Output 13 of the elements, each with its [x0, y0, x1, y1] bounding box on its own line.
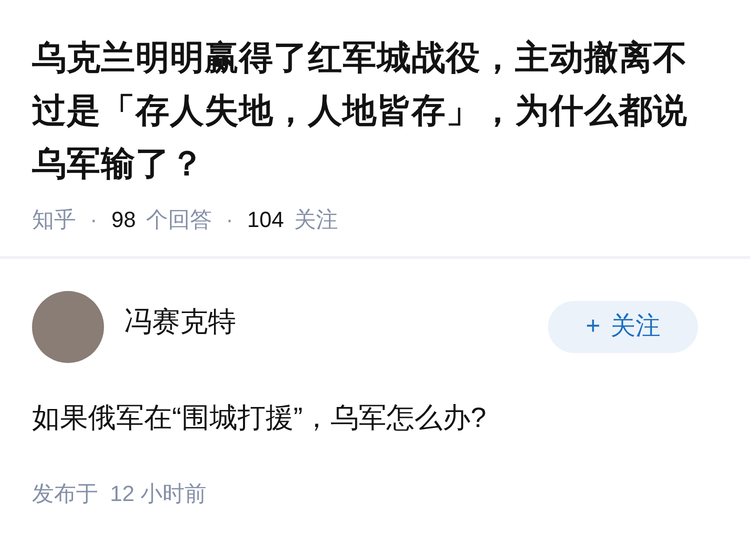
separator-dot: ·: [89, 206, 98, 234]
followers-count: 104: [247, 206, 284, 234]
separator-dot: ·: [224, 206, 234, 234]
answers-label: 个回答: [146, 206, 212, 234]
author-name[interactable]: 冯赛克特: [124, 301, 236, 343]
answer-text: 如果俄军在“围城打援”，乌军怎么办?: [32, 401, 488, 435]
follow-button[interactable]: + 关注: [548, 301, 698, 353]
answers-count: 98: [111, 206, 136, 234]
published-time: 12 小时前: [110, 480, 207, 508]
source-label: 知乎: [32, 206, 76, 234]
published-label: 发布于: [32, 480, 98, 508]
followers-label: 关注: [294, 206, 338, 234]
question-title: 乌克兰明明赢得了红军城战役，主动撤离不过是「存人失地，人地皆存」，为什么都说乌军输了？: [32, 38, 688, 185]
